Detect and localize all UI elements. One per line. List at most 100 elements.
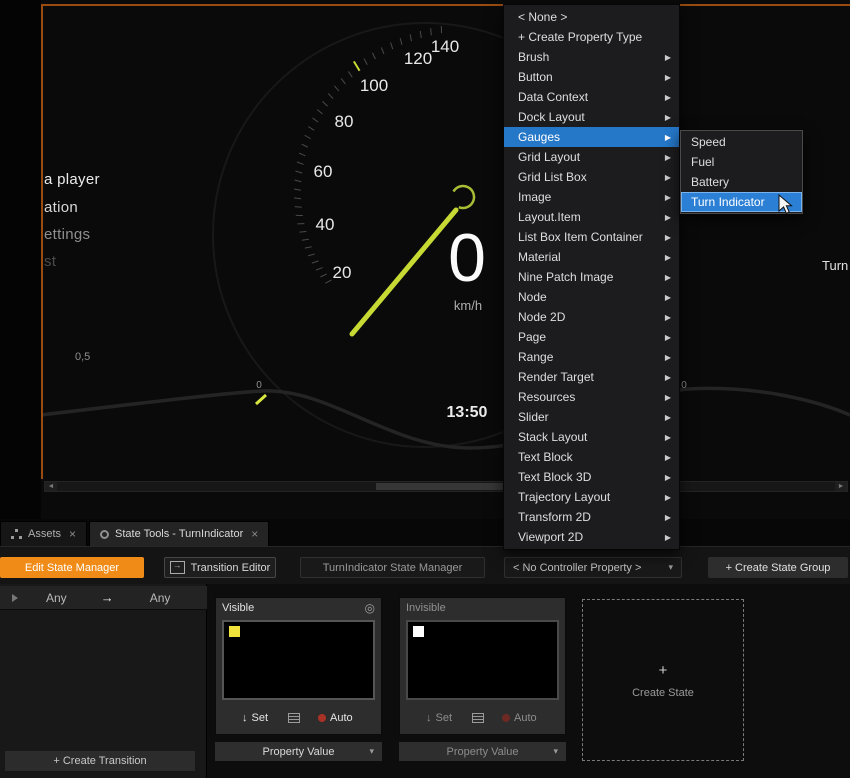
auto-record-icon[interactable] [502, 714, 510, 722]
edit-state-manager-label: Edit State Manager [25, 562, 119, 574]
context-menu-item-page[interactable]: Page▶ [504, 327, 679, 347]
context-menu-item-layout-item[interactable]: Layout.Item▶ [504, 207, 679, 227]
edit-state-manager-button[interactable]: Edit State Manager [0, 557, 144, 578]
menu-item-label: Image [518, 190, 551, 204]
menu-item-label: Grid List Box [518, 170, 587, 184]
property-value-dropdown-visible[interactable]: Property Value ▾ [215, 742, 382, 761]
context-menu-item-brush[interactable]: Brush▶ [504, 47, 679, 67]
menu-item-label: Resources [518, 390, 575, 404]
property-list-icon[interactable] [472, 713, 484, 723]
submenu-item-speed[interactable]: Speed [681, 132, 802, 152]
submenu-item-battery[interactable]: Battery [681, 172, 802, 192]
needle-ring-icon [448, 182, 478, 212]
state-thumbnail[interactable] [222, 620, 375, 700]
context-menu-item-none[interactable]: < None > [504, 7, 679, 27]
context-menu-item-dock-layout[interactable]: Dock Layout▶ [504, 107, 679, 127]
context-menu-item-node-2d[interactable]: Node 2D▶ [504, 307, 679, 327]
mouse-cursor [778, 194, 796, 216]
submenu-arrow-icon: ▶ [665, 53, 671, 62]
context-menu-item-grid-list-box[interactable]: Grid List Box▶ [504, 167, 679, 187]
cluster-preview-canvas[interactable]: 14012010080604020 0 km/h 13:50 0 0 0,5 T… [0, 0, 850, 519]
close-icon[interactable]: × [251, 527, 258, 541]
speedometer-labels: 14012010080604020 [314, 37, 460, 282]
context-menu-item-viewport-2d[interactable]: Viewport 2D▶ [504, 527, 679, 547]
bottom-tab-bar: Assets × State Tools - TurnIndicator × [0, 519, 850, 546]
tab-assets[interactable]: Assets × [0, 521, 87, 546]
context-menu-item-node[interactable]: Node▶ [504, 287, 679, 307]
auto-record-icon[interactable] [318, 714, 326, 722]
submenu-arrow-icon: ▶ [665, 453, 671, 462]
context-menu-item-material[interactable]: Material▶ [504, 247, 679, 267]
submenu-arrow-icon: ▶ [665, 333, 671, 342]
preview-hscrollbar[interactable]: ◄ ► [44, 481, 848, 492]
property-list-icon[interactable] [288, 713, 300, 723]
auto-label[interactable]: Auto [514, 712, 537, 724]
create-state-label: Create State [632, 687, 694, 699]
speed-needle [352, 210, 456, 334]
context-menu-item-stack-layout[interactable]: Stack Layout▶ [504, 427, 679, 447]
create-transition-label: + Create Transition [53, 755, 146, 767]
context-menu-item-image[interactable]: Image ▶ [504, 187, 679, 207]
transition-editor-icon [170, 561, 185, 574]
context-menu-item-nine-patch-image[interactable]: Nine Patch Image▶ [504, 267, 679, 287]
controller-property-value: < No Controller Property > [513, 562, 641, 574]
menu-item-label: Stack Layout [518, 430, 587, 444]
context-menu-item-resources[interactable]: Resources▶ [504, 387, 679, 407]
create-state-dropzone[interactable]: + Create State [582, 599, 744, 761]
context-menu-item-transform-2d[interactable]: Transform 2D▶ [504, 507, 679, 527]
state-card-footer: ↓ Set Auto [400, 708, 565, 728]
context-menu-item-gauges[interactable]: Gauges▶ [504, 127, 679, 147]
state-thumbnail[interactable] [406, 620, 559, 700]
state-card-visible[interactable]: Visible ◎ ↓ Set Auto [215, 597, 382, 735]
menu-item-label: Trajectory Layout [518, 490, 610, 504]
transition-row-any-any[interactable]: Any → Any [0, 586, 207, 610]
set-arrow-icon: ↓ [242, 712, 248, 724]
selection-border-left [41, 4, 43, 479]
context-menu-item-slider[interactable]: Slider▶ [504, 407, 679, 427]
scroll-left-icon[interactable]: ◄ [45, 482, 57, 491]
context-menu-item-text-block[interactable]: Text Block▶ [504, 447, 679, 467]
assets-tab-icon [11, 529, 22, 539]
submenu-arrow-icon: ▶ [665, 193, 671, 202]
context-menu-item-create-property-type[interactable]: + Create Property Type [504, 27, 679, 47]
create-state-group-button[interactable]: + Create State Group [708, 557, 848, 578]
close-icon[interactable]: × [69, 527, 76, 541]
submenu-arrow-icon: ▶ [665, 473, 671, 482]
submenu-arrow-icon: ▶ [665, 273, 671, 282]
context-menu-item-data-context[interactable]: Data Context▶ [504, 87, 679, 107]
create-transition-button[interactable]: + Create Transition [5, 751, 195, 771]
context-menu-item-text-block-3d[interactable]: Text Block 3D▶ [504, 467, 679, 487]
clock: 13:50 [447, 404, 488, 421]
auto-label[interactable]: Auto [330, 712, 353, 724]
context-menu-item-list-box-item-container[interactable]: List Box Item Container▶ [504, 227, 679, 247]
state-tools-toolbar: Edit State Manager Transition Editor Tur… [0, 546, 850, 584]
submenu-item-fuel[interactable]: Fuel [681, 152, 802, 172]
context-menu-item-trajectory-layout[interactable]: Trajectory Layout ▶ [504, 487, 679, 507]
context-menu-item-grid-layout[interactable]: Grid Layout▶ [504, 147, 679, 167]
transition-editor-button[interactable]: Transition Editor [164, 557, 276, 578]
state-manager-name-field[interactable]: TurnIndicator State Manager [300, 557, 485, 578]
menu-item-label: Node 2D [518, 310, 565, 324]
context-menu-item-button[interactable]: Button▶ [504, 67, 679, 87]
scroll-right-icon[interactable]: ► [835, 482, 847, 491]
tab-state-tools[interactable]: State Tools - TurnIndicator × [89, 521, 269, 546]
context-menu-item-render-target[interactable]: Render Target▶ [504, 367, 679, 387]
property-value-dropdown-invisible[interactable]: Property Value ▾ [399, 742, 566, 761]
expand-triangle-icon[interactable] [12, 594, 18, 602]
menu-item-label: Button [518, 70, 553, 84]
submenu-arrow-icon: ▶ [665, 413, 671, 422]
set-arrow-icon: ↓ [426, 712, 432, 724]
bullseye-icon[interactable]: ◎ [365, 601, 375, 615]
set-button[interactable]: Set [252, 712, 269, 724]
submenu-arrow-icon: ▶ [665, 493, 671, 502]
menu-item-label: Layout.Item [518, 210, 581, 224]
state-title: Invisible [406, 602, 446, 614]
submenu-arrow-icon: ▶ [665, 533, 671, 542]
set-button[interactable]: Set [436, 712, 453, 724]
context-menu-item-range[interactable]: Range▶ [504, 347, 679, 367]
submenu-arrow-icon: ▶ [665, 133, 671, 142]
plus-icon: + [659, 662, 668, 679]
controller-property-dropdown[interactable]: < No Controller Property > ▾ [504, 557, 682, 578]
menu-item-label: Dock Layout [518, 110, 585, 124]
state-card-invisible[interactable]: Invisible ↓ Set Auto [399, 597, 566, 735]
